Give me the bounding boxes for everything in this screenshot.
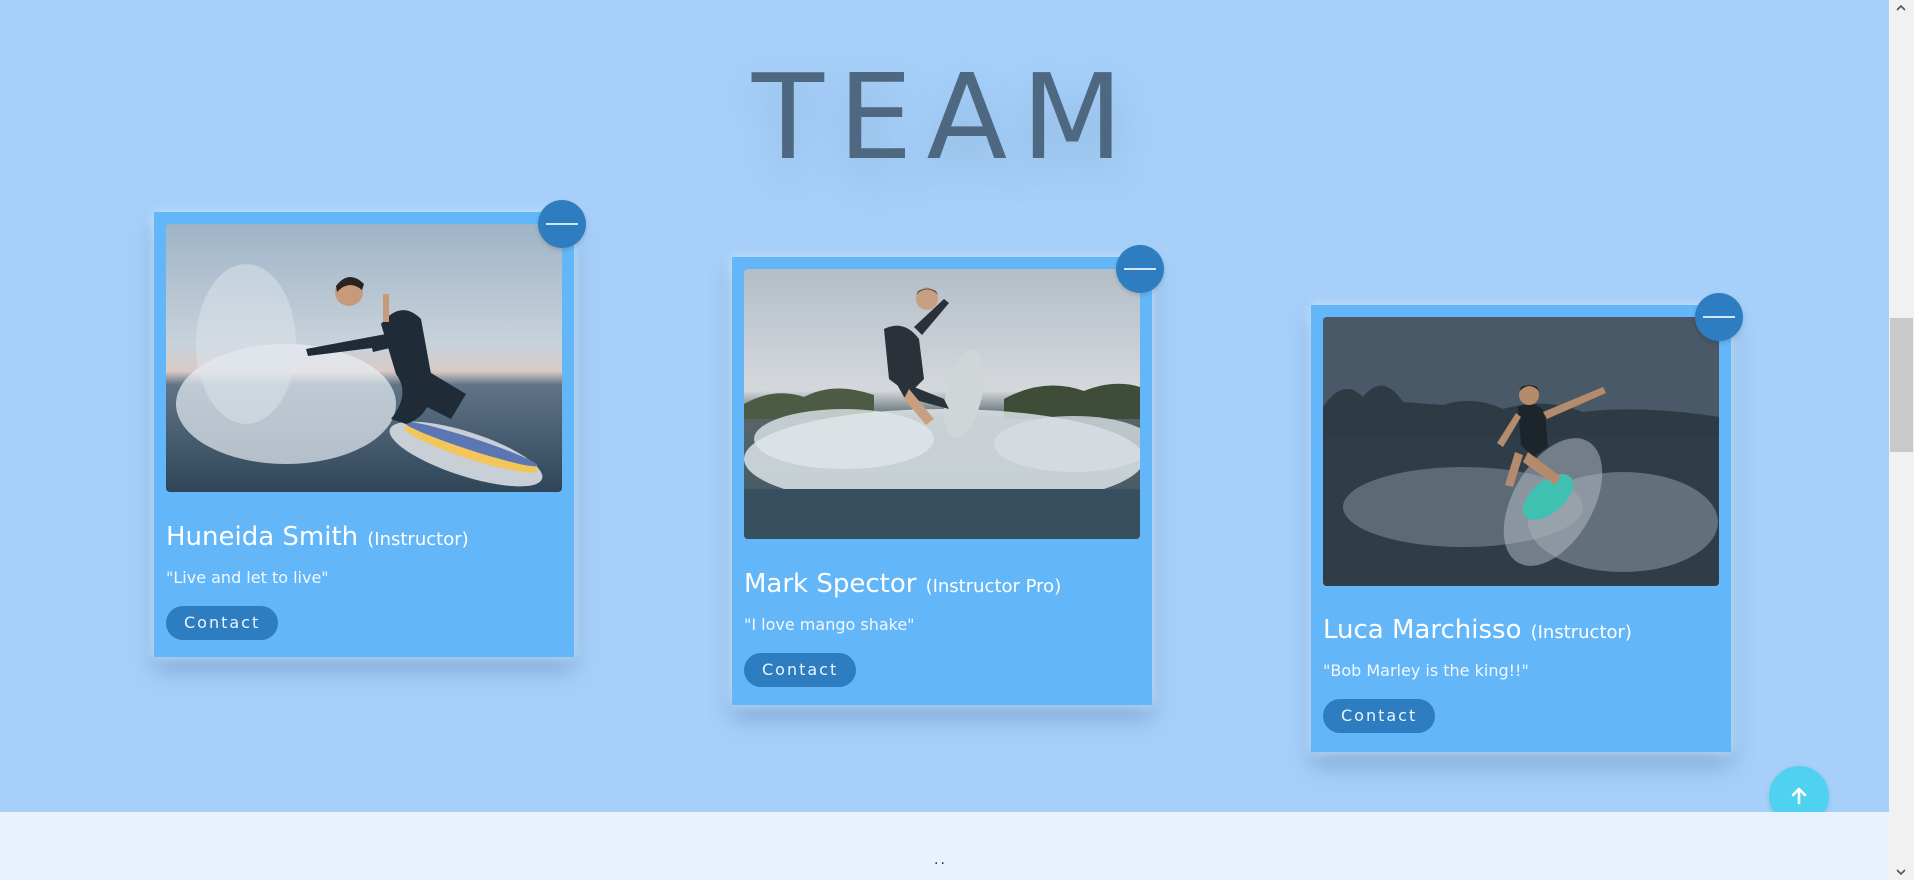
member-role: (Instructor) — [1530, 622, 1632, 643]
team-card: Luca Marchisso (Instructor) "Bob Marley … — [1311, 293, 1743, 752]
contact-button[interactable]: Contact — [166, 606, 279, 640]
contact-button[interactable]: Contact — [1323, 699, 1436, 733]
scroll-down-arrow-icon[interactable] — [1895, 866, 1907, 878]
team-photo — [744, 269, 1140, 539]
member-quote: "Live and let to live" — [166, 568, 329, 587]
member-name-line: Luca Marchisso (Instructor) — [1323, 615, 1632, 645]
minus-icon — [546, 223, 578, 225]
arrow-up-icon — [1791, 787, 1807, 805]
member-role: (Instructor) — [367, 529, 469, 550]
member-name: Luca Marchisso — [1323, 615, 1522, 645]
member-quote: "I love mango shake" — [744, 615, 915, 634]
member-name-line: Mark Spector (Instructor Pro) — [744, 569, 1061, 599]
team-card: Mark Spector (Instructor Pro) "I love ma… — [732, 245, 1164, 705]
footer-marker: .. — [934, 852, 947, 868]
team-photo — [1323, 317, 1719, 586]
collapse-toggle-button[interactable] — [538, 200, 586, 248]
footer: .. — [0, 812, 1889, 880]
team-card: Huneida Smith (Instructor) "Live and let… — [154, 200, 586, 657]
member-name: Mark Spector — [744, 569, 917, 599]
team-section: TEAM Huneida Smith (Instructor) "Live an… — [0, 0, 1889, 826]
member-name-line: Huneida Smith (Instructor) — [166, 522, 469, 552]
member-role: (Instructor Pro) — [925, 576, 1062, 597]
minus-icon — [1703, 316, 1735, 318]
collapse-toggle-button[interactable] — [1116, 245, 1164, 293]
page-scrollbar[interactable] — [1889, 0, 1914, 880]
scroll-up-arrow-icon[interactable] — [1895, 2, 1907, 14]
member-name: Huneida Smith — [166, 522, 359, 552]
collapse-toggle-button[interactable] — [1695, 293, 1743, 341]
minus-icon — [1124, 268, 1156, 270]
member-quote: "Bob Marley is the king!!" — [1323, 661, 1529, 680]
scrollbar-thumb[interactable] — [1890, 318, 1913, 452]
page-title: TEAM — [751, 48, 1138, 186]
team-photo — [166, 224, 562, 492]
contact-button[interactable]: Contact — [744, 653, 857, 687]
